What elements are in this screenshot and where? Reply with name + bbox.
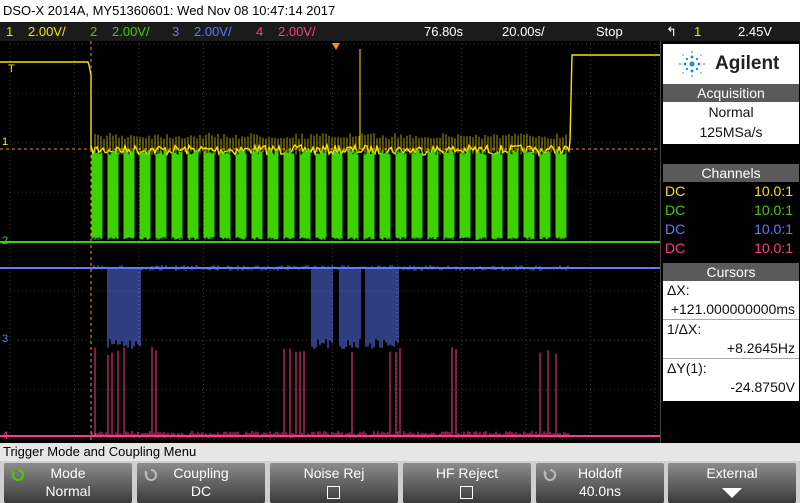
- trigger-position-marker: [332, 43, 340, 50]
- softkey-coupling[interactable]: Coupling DC: [137, 463, 265, 503]
- ch3-scale[interactable]: 2.00V/: [194, 22, 232, 41]
- ch1-coupling: DC: [665, 183, 686, 199]
- channel-row-1: DC 10.0:1: [663, 182, 799, 201]
- ch2-probe: 10.0:1: [754, 202, 793, 218]
- softkey-external[interactable]: External: [668, 463, 796, 503]
- trigger-level-marker[interactable]: T: [8, 63, 15, 75]
- trigger-source[interactable]: 1: [694, 22, 701, 41]
- softkey-holdoff-value: 40.0ns: [578, 483, 622, 499]
- channel-row-2: DC 10.0:1: [663, 201, 799, 220]
- ch1-scale[interactable]: 2.00V/: [28, 22, 66, 41]
- softkey-bar: Mode Normal Coupling DC Noise Rej HF Rej…: [0, 461, 800, 503]
- waveform-display[interactable]: T 1 2 3 4: [0, 41, 660, 443]
- hf-reject-checkbox[interactable]: [460, 486, 473, 499]
- channel-row-3: DC 10.0:1: [663, 220, 799, 239]
- ch3-ground-marker[interactable]: 3: [2, 333, 8, 345]
- brand-logo: Agilent: [663, 44, 799, 84]
- softkey-external-label: External: [706, 465, 758, 481]
- delta-x-value: +121.000000000ms: [670, 301, 795, 317]
- waveform-graticule: [0, 41, 660, 443]
- ch4-waveform: [91, 347, 569, 438]
- channels-header: Channels: [663, 164, 799, 182]
- submenu-arrow-down-icon: [722, 488, 742, 498]
- ch2-scale[interactable]: 2.00V/: [112, 22, 150, 41]
- window-title: DSO-X 2014A, MY51360601: Wed Nov 08 10:4…: [0, 0, 800, 22]
- softkey-holdoff[interactable]: Holdoff 40.0ns: [536, 463, 664, 503]
- ch4-scale[interactable]: 2.00V/: [278, 22, 316, 41]
- channel-scale-bar: 1 2.00V/ 2 2.00V/ 3 2.00V/ 4 2.00V/ 76.8…: [0, 22, 800, 41]
- acquisition-header: Acquisition: [663, 84, 799, 102]
- menu-status-line: Trigger Mode and Coupling Menu: [0, 443, 800, 461]
- ch1-number[interactable]: 1: [6, 22, 13, 41]
- ch3-number[interactable]: 3: [172, 22, 179, 41]
- agilent-spark-icon: [679, 51, 705, 77]
- acquisition-mode: Normal: [708, 104, 754, 120]
- softkey-noise-reject[interactable]: Noise Rej: [270, 463, 398, 503]
- run-state[interactable]: Stop: [596, 22, 623, 41]
- delta-y-value: -24.8750V: [730, 379, 795, 395]
- ch3-probe: 10.0:1: [754, 221, 793, 237]
- ch4-coupling: DC: [665, 240, 686, 256]
- softkey-mode-value: Normal: [45, 483, 91, 499]
- softkey-coupling-value: DC: [190, 483, 212, 499]
- brand-name: Agilent: [715, 53, 780, 74]
- ch1-waveform: [0, 54, 660, 157]
- softkey-mode[interactable]: Mode Normal: [4, 463, 132, 503]
- cursors-section: ΔX: +121.000000000ms 1/ΔX: +8.2645Hz ΔY(…: [663, 281, 799, 401]
- softkey-holdoff-label: Holdoff: [577, 465, 623, 481]
- cursors-header: Cursors: [663, 263, 799, 281]
- softkey-hf-reject-label: HF Reject: [435, 465, 499, 481]
- softkey-hf-reject[interactable]: HF Reject: [403, 463, 531, 503]
- timebase-scale[interactable]: 20.00s/: [502, 22, 545, 41]
- delta-y-label: ΔY(1):: [663, 358, 799, 378]
- horizontal-delay[interactable]: 76.80s: [424, 22, 463, 41]
- softkey-mode-label: Mode: [50, 465, 86, 481]
- trigger-level[interactable]: 2.45V: [738, 22, 772, 41]
- ch4-number[interactable]: 4: [256, 22, 263, 41]
- ch3-waveform: [91, 265, 569, 349]
- ch4-ground-marker[interactable]: 4: [2, 430, 8, 442]
- ch2-number[interactable]: 2: [90, 22, 97, 41]
- acquisition-section: Normal 125MSa/s: [663, 102, 799, 144]
- ch2-ground-marker[interactable]: 2: [2, 235, 8, 247]
- ch3-coupling: DC: [665, 221, 686, 237]
- delta-x-label: ΔX:: [667, 282, 690, 298]
- ch4-probe: 10.0:1: [754, 240, 793, 256]
- side-panel: Agilent Acquisition Normal 125MSa/s Chan…: [660, 41, 800, 443]
- ch1-ground-marker[interactable]: 1: [2, 136, 8, 148]
- inverse-delta-x-label: 1/ΔX:: [663, 319, 799, 339]
- inverse-delta-x-value: +8.2645Hz: [726, 340, 795, 356]
- trigger-slope-icon: ↰: [666, 24, 677, 39]
- sample-rate: 125MSa/s: [699, 124, 763, 140]
- ch1-probe: 10.0:1: [754, 183, 793, 199]
- ch2-coupling: DC: [665, 202, 686, 218]
- channel-row-4: DC 10.0:1: [663, 239, 799, 258]
- channels-section: DC 10.0:1 DC 10.0:1 DC 10.0:1 DC 10.0:1: [663, 182, 799, 260]
- noise-reject-checkbox[interactable]: [327, 486, 340, 499]
- ch2-waveform: [91, 149, 567, 240]
- softkey-coupling-label: Coupling: [173, 465, 229, 481]
- softkey-noise-reject-label: Noise Rej: [303, 465, 365, 481]
